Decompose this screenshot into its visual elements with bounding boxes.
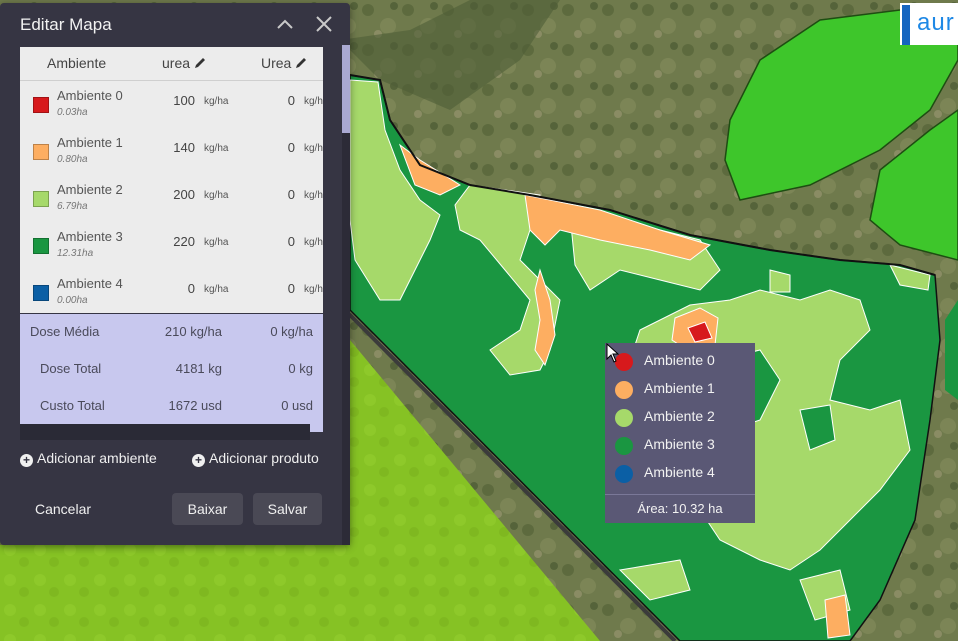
row-name: Ambiente 0 [57,88,123,103]
dose-input-1[interactable]: 200 [150,187,195,202]
row-name: Ambiente 1 [57,135,123,150]
column-header-product-1-label: urea [162,55,191,71]
plus-circle-icon: + [20,454,33,467]
panel-title: Editar Mapa [20,15,112,34]
brand-logo: aur [900,3,958,45]
legend-label: Ambiente 2 [644,408,715,424]
legend-dot [615,381,633,399]
table-row[interactable]: Ambiente 1 0.80ha 140 kg/ha 0 kg/ha [20,128,323,174]
logo-text: aur [917,9,955,36]
row-area: 0.80ha [57,154,88,165]
legend-dot [615,409,633,427]
pencil-icon[interactable] [193,56,207,73]
legend-label: Ambiente 4 [644,464,715,480]
color-swatch [33,144,49,160]
legend-label: Ambiente 0 [644,352,715,368]
row-area: 0.03ha [57,107,88,118]
dose-unit-2: kg/ha [304,237,323,248]
column-header-product-2-label: Urea [261,55,292,71]
color-swatch [33,285,49,301]
row-area: 0.00ha [57,295,88,306]
summary-label: Custo Total [40,398,105,413]
summary-row: Dose Média 210 kg/ha 0 kg/ha [20,314,323,350]
mouse-pointer-icon [606,342,620,368]
table-row[interactable]: Ambiente 0 0.03ha 100 kg/ha 0 kg/ha [20,81,323,127]
color-swatch [33,97,49,113]
legend-label: Ambiente 3 [644,436,715,452]
summary-value-2: 0 kg [288,361,313,376]
row-name: Ambiente 2 [57,182,123,197]
dose-input-1[interactable]: 0 [150,281,195,296]
dose-unit-1: kg/ha [204,143,229,154]
summary-value-1: 210 kg/ha [164,324,222,339]
column-header-product-1[interactable]: urea [162,55,207,73]
legend-dot [615,465,633,483]
dose-input-2[interactable]: 0 [270,187,295,202]
add-produto-label: Adicionar produto [209,450,319,466]
summary-value-1: 1672 usd [168,398,223,413]
add-ambiente-label: Adicionar ambiente [37,450,157,466]
summary-label: Dose Média [30,324,100,339]
row-area: 12.31ha [57,248,94,259]
chevron-up-icon [277,19,293,29]
summary-value-2: 0 kg/ha [270,324,313,339]
panel-scrollbar[interactable] [342,45,350,545]
save-button[interactable]: Salvar [253,493,322,525]
dose-input-2[interactable]: 0 [270,140,295,155]
cancel-button[interactable]: Cancelar [20,493,106,525]
summary-value-2: 0 usd [281,398,313,413]
edit-map-panel: Editar Mapa Ambiente urea Urea Ambiente … [0,3,350,545]
panel-scrollbar-thumb[interactable] [342,45,350,133]
legend-label: Ambiente 1 [644,380,715,396]
zone-ambiente-1 [824,594,851,639]
dose-unit-2: kg/ha [304,284,323,295]
row-area: 6.79ha [57,201,88,212]
map-legend: Ambiente 0 Ambiente 1 Ambiente 2 Ambient… [605,343,755,523]
dose-unit-2: kg/ha [304,143,323,154]
summary-row: Dose Total 4181 kg 0 kg [20,351,323,387]
summary-value-1: 4181 kg [175,361,222,376]
summary-row: Custo Total 1672 usd 0 usd [20,388,323,424]
table-row[interactable]: Ambiente 2 6.79ha 200 kg/ha 0 kg/ha [20,175,323,221]
ambiente-table: Ambiente urea Urea Ambiente 0 0.03ha 100… [20,47,323,313]
dose-unit-1: kg/ha [204,237,229,248]
legend-divider [605,494,755,495]
legend-dot [615,437,633,455]
add-produto-button[interactable]: + Adicionar produto [192,450,319,467]
panel-header: Editar Mapa [0,3,350,45]
summary-label: Dose Total [40,361,102,376]
add-ambiente-button[interactable]: + Adicionar ambiente [20,450,157,467]
row-name: Ambiente 4 [57,276,123,291]
pencil-icon[interactable] [294,56,308,73]
row-name: Ambiente 3 [57,229,123,244]
dose-input-2[interactable]: 0 [270,93,295,108]
color-swatch [33,238,49,254]
table-row[interactable]: Ambiente 3 12.31ha 220 kg/ha 0 kg/ha [20,222,323,268]
logo-bar [902,5,910,45]
dose-input-1[interactable]: 140 [150,140,195,155]
color-swatch [33,191,49,207]
column-header-ambiente: Ambiente [47,55,107,71]
column-header-product-2[interactable]: Urea [261,55,308,73]
summary-box: Dose Média 210 kg/ha 0 kg/ha Dose Total … [20,314,323,432]
dose-unit-1: kg/ha [204,96,229,107]
close-icon [316,16,332,32]
collapse-button[interactable] [273,12,297,36]
horizontal-scrollbar[interactable] [20,424,310,440]
dose-unit-2: kg/ha [304,190,323,201]
dose-input-2[interactable]: 0 [270,234,295,249]
dose-input-2[interactable]: 0 [270,281,295,296]
table-row[interactable]: Ambiente 4 0.00ha 0 kg/ha 0 kg/ha [20,269,323,313]
dose-unit-1: kg/ha [204,284,229,295]
close-button[interactable] [312,12,336,36]
dose-input-1[interactable]: 100 [150,93,195,108]
download-button[interactable]: Baixar [172,493,243,525]
dose-input-1[interactable]: 220 [150,234,195,249]
dose-unit-2: kg/ha [304,96,323,107]
plus-circle-icon: + [192,454,205,467]
dose-unit-1: kg/ha [204,190,229,201]
legend-area: Área: 10.32 ha [637,501,723,516]
